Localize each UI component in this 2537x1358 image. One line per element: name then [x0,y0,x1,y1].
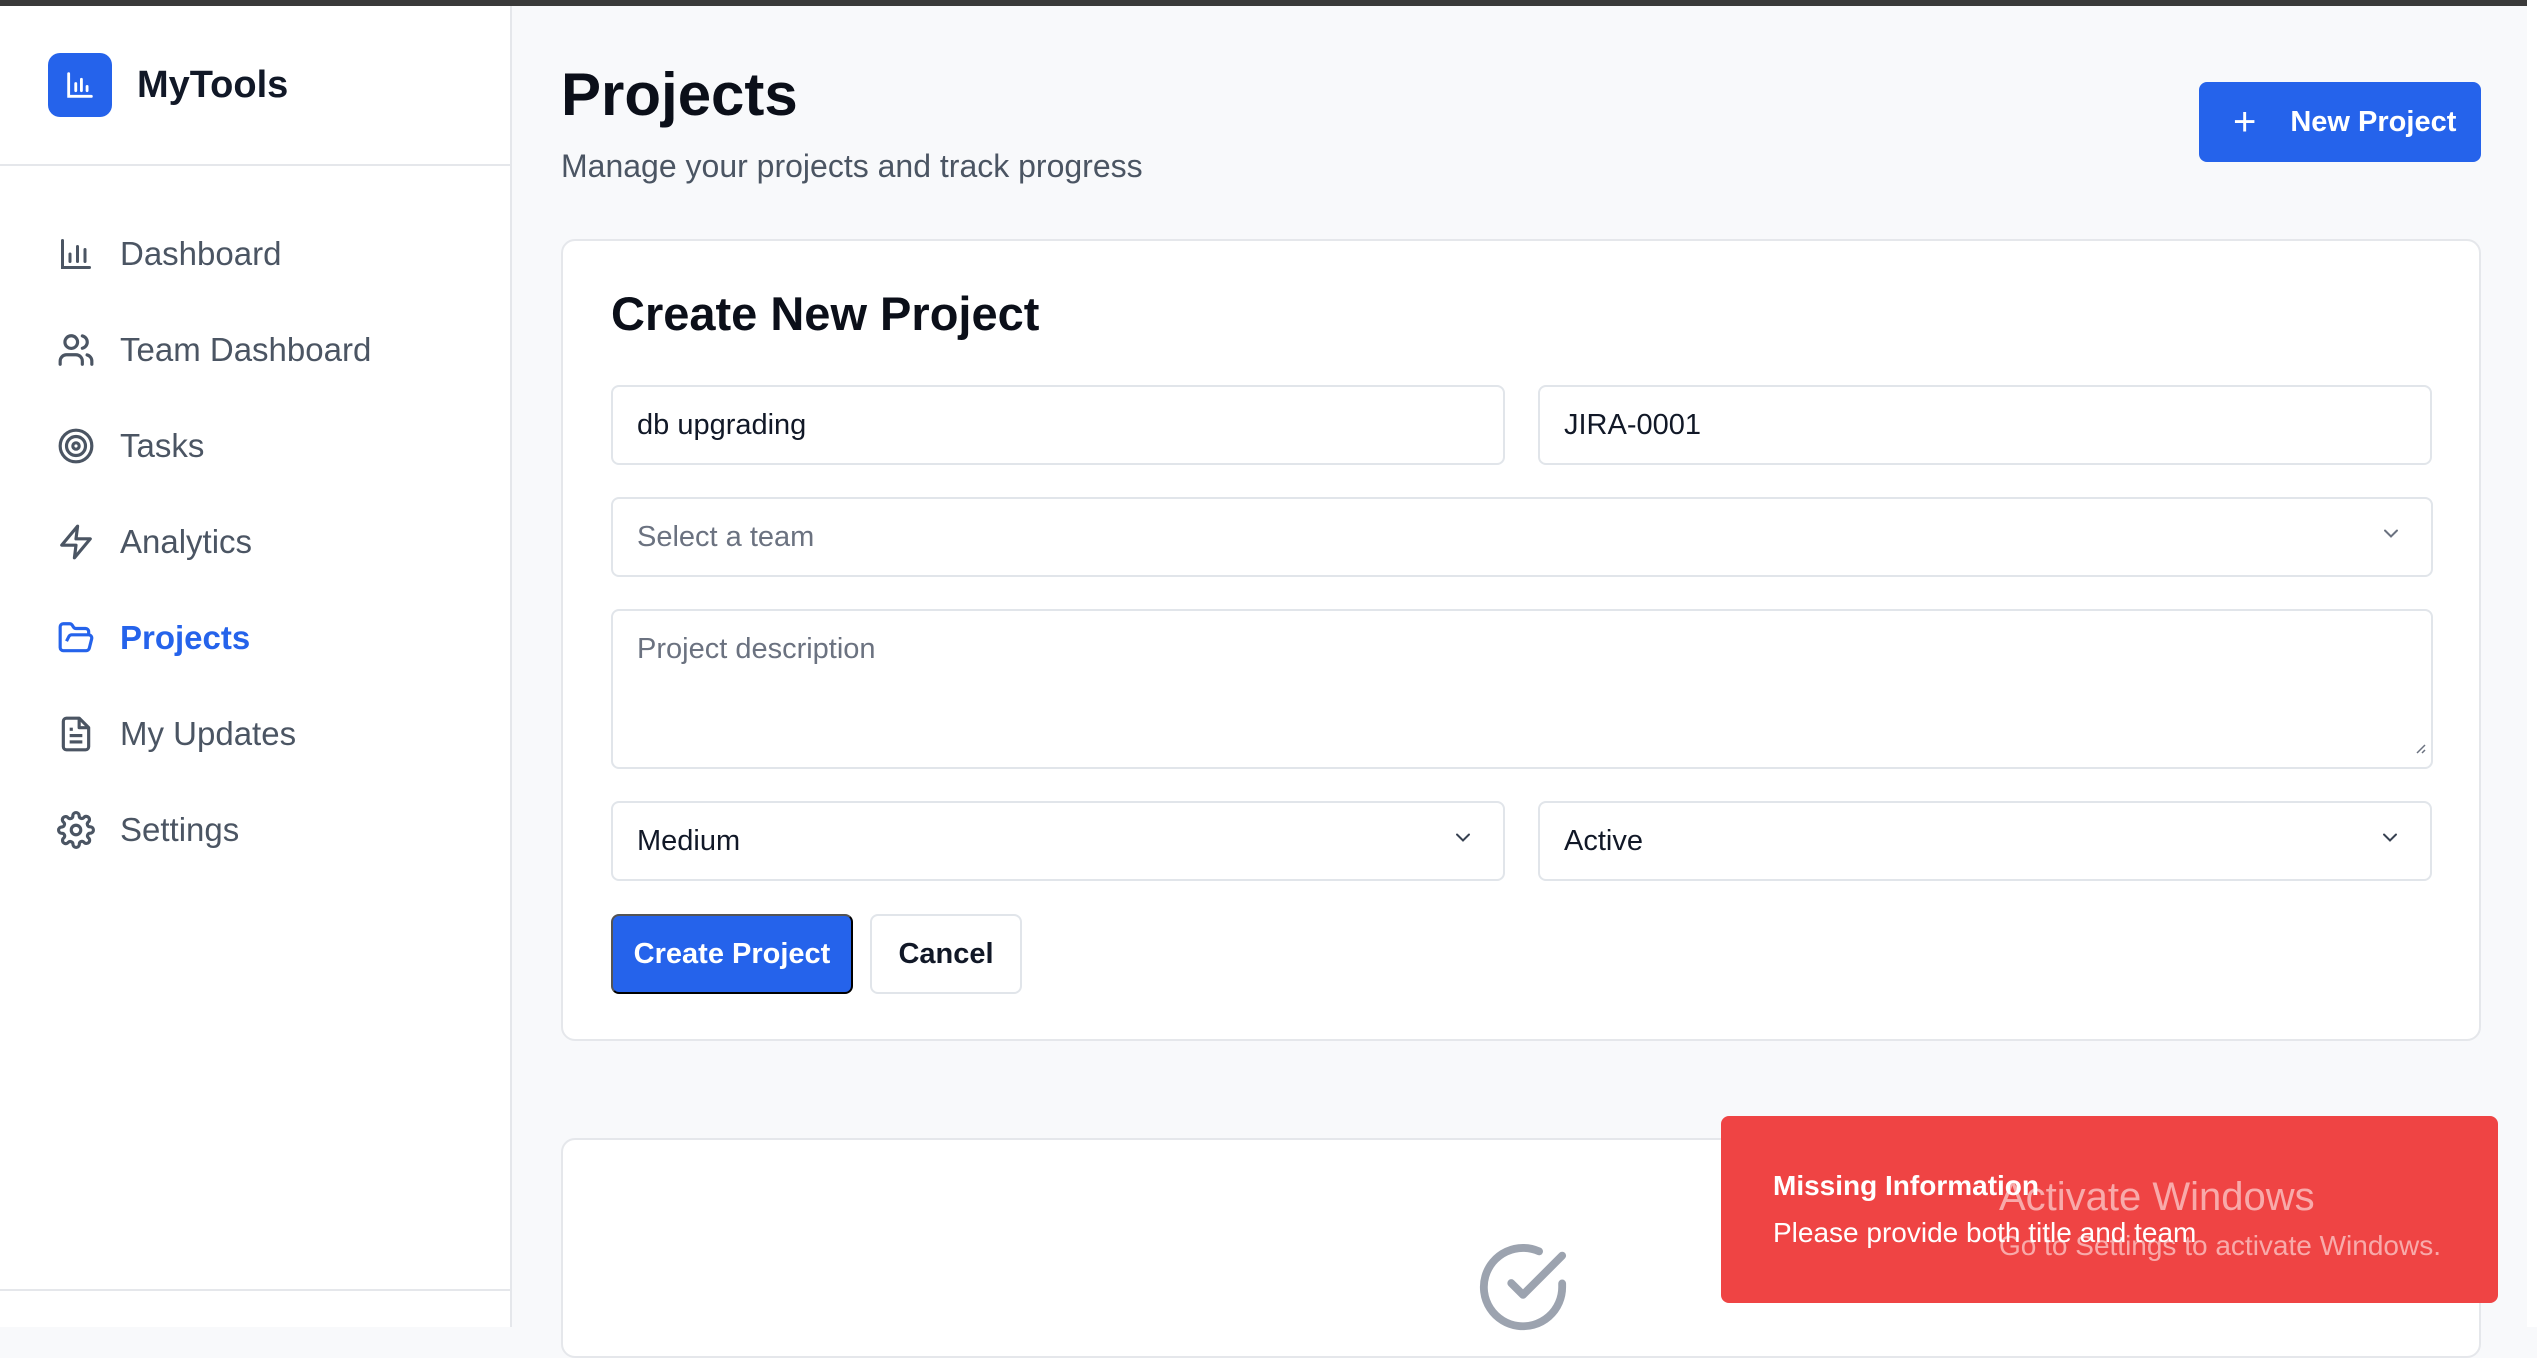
priority-select[interactable]: Medium [611,801,1505,881]
chevron-down-icon [2378,825,2402,858]
status-select[interactable]: Active [1538,801,2432,881]
sidebar-item-label: Projects [120,619,251,656]
form-title: Create New Project [611,287,1040,340]
new-project-button[interactable]: + New Project [2199,82,2481,162]
bar-chart-icon [56,234,96,274]
check-circle-icon [1476,1240,1570,1339]
brand[interactable]: MyTools [0,6,510,166]
activate-windows-watermark: Activate Windows [1999,1175,2315,1219]
team-select[interactable]: Select a team [611,497,2433,577]
create-project-card: Create New Project db upgrading JIRA-000… [561,239,2481,1041]
sidebar-item-label: Analytics [120,523,253,560]
page-subtitle: Manage your projects and track progress [561,148,1143,184]
sidebar-nav: Dashboard Team Dashboard Tasks Analytics… [0,166,510,878]
target-icon [56,426,96,466]
priority-value: Medium [637,824,741,857]
bolt-icon [56,522,96,562]
resize-handle-icon[interactable] [2411,730,2427,763]
sidebar-footer-divider [0,1289,510,1291]
sidebar-item-analytics[interactable]: Analytics [0,494,510,590]
cancel-button[interactable]: Cancel [870,914,1022,994]
document-icon [56,714,96,754]
project-title-value: db upgrading [637,408,807,441]
team-select-placeholder: Select a team [637,520,815,553]
sidebar-item-label: Team Dashboard [120,331,372,368]
page-title: Projects [561,61,798,128]
sidebar-item-team-dashboard[interactable]: Team Dashboard [0,302,510,398]
sidebar-item-settings[interactable]: Settings [0,782,510,878]
sidebar-item-label: Tasks [120,427,205,464]
window-right-edge [2527,0,2537,1327]
chevron-down-icon [2379,521,2403,554]
activate-windows-hint: Go to Settings to activate Windows. [1999,1230,2441,1261]
plus-icon: + [2233,100,2257,144]
new-project-button-label: New Project [2290,105,2457,138]
ticket-id-value: JIRA-0001 [1564,408,1702,441]
sidebar-item-dashboard[interactable]: Dashboard [0,206,510,302]
gear-icon [56,810,96,850]
app-name: MyTools [137,63,289,106]
folder-open-icon [56,618,96,658]
sidebar: MyTools Dashboard Team Dashboard Tasks A… [0,6,512,1327]
chevron-down-icon [1451,825,1475,858]
chart-logo-icon [48,53,112,117]
sidebar-item-projects[interactable]: Projects [0,590,510,686]
create-project-button[interactable]: Create Project [611,914,853,994]
sidebar-item-label: My Updates [120,715,297,752]
sidebar-item-label: Settings [120,811,240,848]
users-icon [56,330,96,370]
ticket-id-input[interactable]: JIRA-0001 [1538,385,2432,465]
project-title-input[interactable]: db upgrading [611,385,1505,465]
sidebar-item-tasks[interactable]: Tasks [0,398,510,494]
description-placeholder: Project description [637,633,876,665]
sidebar-item-my-updates[interactable]: My Updates [0,686,510,782]
status-value: Active [1564,824,1643,857]
sidebar-item-label: Dashboard [120,235,282,272]
project-description-textarea[interactable]: Project description [611,609,2433,769]
